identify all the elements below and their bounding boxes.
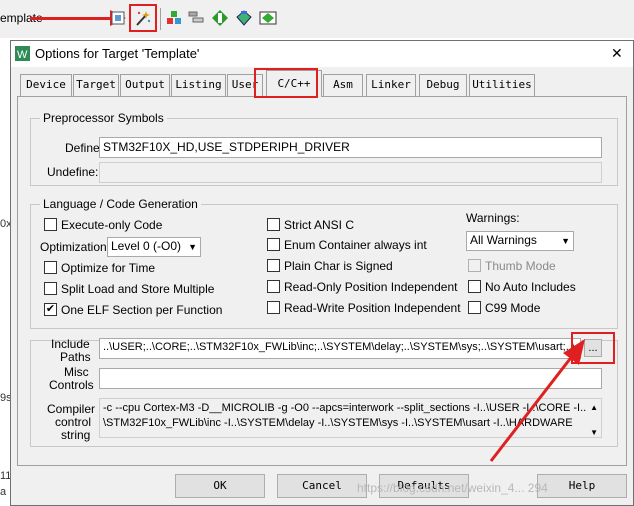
- options-dialog: W Options for Target 'Template' ✕ Device…: [10, 40, 634, 506]
- plain-char-checkbox[interactable]: [267, 259, 280, 272]
- dialog-title: Options for Target 'Template': [35, 46, 200, 61]
- enum-container-checkbox[interactable]: [267, 238, 280, 251]
- thumb-mode-checkbox[interactable]: [468, 259, 481, 272]
- optimize-time-label: Optimize for Time: [61, 261, 156, 275]
- tab-highlight-box: [254, 68, 318, 98]
- select-software-packs-icon[interactable]: [234, 8, 254, 28]
- enum-container-label: Enum Container always int: [284, 238, 427, 252]
- no-auto-includes-checkbox[interactable]: [468, 280, 481, 293]
- watermark-text: https://blog.csdn.net/weixin_4... 294: [357, 481, 548, 495]
- plain-char-label: Plain Char is Signed: [284, 259, 393, 273]
- thumb-mode-label: Thumb Mode: [485, 259, 556, 273]
- ok-button[interactable]: OK: [175, 474, 265, 498]
- help-button[interactable]: Help: [537, 474, 627, 498]
- ide-side-text: a: [0, 486, 7, 498]
- misc-label: Misc: [64, 365, 89, 379]
- warnings-value: All Warnings: [470, 233, 537, 247]
- optimize-time-checkbox[interactable]: [44, 261, 57, 274]
- manage-components-icon[interactable]: [164, 8, 184, 28]
- batch-build-button[interactable]: [108, 8, 128, 28]
- controls-label: Controls: [49, 378, 94, 392]
- optimization-value: Level 0 (-O0): [111, 239, 182, 253]
- rw-pi-label: Read-Write Position Independent: [284, 301, 461, 315]
- ide-toolbar: emplate: [0, 0, 634, 38]
- preprocessor-group-title: Preprocessor Symbols: [40, 111, 167, 125]
- chevron-down-icon: ▼: [561, 236, 570, 246]
- define-input[interactable]: STM32F10X_HD,USE_STDPERIPH_DRIVER: [99, 137, 602, 158]
- svg-text:W: W: [17, 49, 28, 61]
- tab-listing[interactable]: Listing: [171, 74, 226, 96]
- tab-target[interactable]: Target: [73, 74, 119, 96]
- include-label: Include: [51, 337, 90, 351]
- dialog-titlebar: W Options for Target 'Template' ✕: [11, 41, 633, 67]
- ro-pi-label: Read-Only Position Independent: [284, 280, 458, 294]
- strict-ansi-label: Strict ANSI C: [284, 218, 355, 232]
- tab-utilities[interactable]: Utilities: [469, 74, 535, 96]
- manage-multi-project-icon[interactable]: [186, 8, 206, 28]
- options-for-target-icon[interactable]: [133, 8, 153, 28]
- annotation-arrow: [489, 339, 585, 462]
- language-group-title: Language / Code Generation: [40, 197, 201, 211]
- optimization-select[interactable]: Level 0 (-O0) ▼: [107, 237, 201, 257]
- one-elf-checkbox[interactable]: ✔: [44, 303, 57, 316]
- control-label: control: [55, 415, 92, 429]
- one-elf-label: One ELF Section per Function: [61, 303, 223, 317]
- split-load-label: Split Load and Store Multiple: [61, 282, 215, 296]
- tab-debug[interactable]: Debug: [419, 74, 467, 96]
- tab-asm[interactable]: Asm: [323, 74, 363, 96]
- execute-only-label: Execute-only Code: [61, 218, 163, 232]
- optimization-label: Optimization:: [40, 240, 111, 254]
- paths-label: Paths: [60, 350, 91, 364]
- tab-device[interactable]: Device: [20, 74, 72, 96]
- undefine-input[interactable]: [99, 162, 602, 183]
- define-label: Define:: [65, 141, 104, 155]
- tab-linker[interactable]: Linker: [366, 74, 416, 96]
- keil-app-icon: W: [15, 46, 30, 61]
- rte-icon[interactable]: [258, 8, 278, 28]
- rw-pi-checkbox[interactable]: [267, 301, 280, 314]
- pack-installer-icon[interactable]: [210, 8, 230, 28]
- undefine-label: Undefine:: [47, 165, 99, 179]
- string-label: string: [61, 428, 91, 442]
- ro-pi-checkbox[interactable]: [267, 280, 280, 293]
- execute-only-checkbox[interactable]: [44, 218, 57, 231]
- no-auto-includes-label: No Auto Includes: [485, 280, 576, 294]
- strict-ansi-checkbox[interactable]: [267, 218, 280, 231]
- tab-output[interactable]: Output: [120, 74, 170, 96]
- split-load-checkbox[interactable]: [44, 282, 57, 295]
- annotation-arrow: [30, 17, 120, 20]
- compiler-label: Compiler: [47, 402, 96, 416]
- c99-mode-checkbox[interactable]: [468, 301, 481, 314]
- warnings-select[interactable]: All Warnings ▼: [466, 231, 574, 251]
- cancel-button[interactable]: Cancel: [277, 474, 367, 498]
- close-icon[interactable]: ✕: [611, 45, 623, 62]
- warnings-label: Warnings:: [466, 211, 520, 225]
- chevron-down-icon: ▼: [188, 242, 197, 252]
- c99-mode-label: C99 Mode: [485, 301, 541, 315]
